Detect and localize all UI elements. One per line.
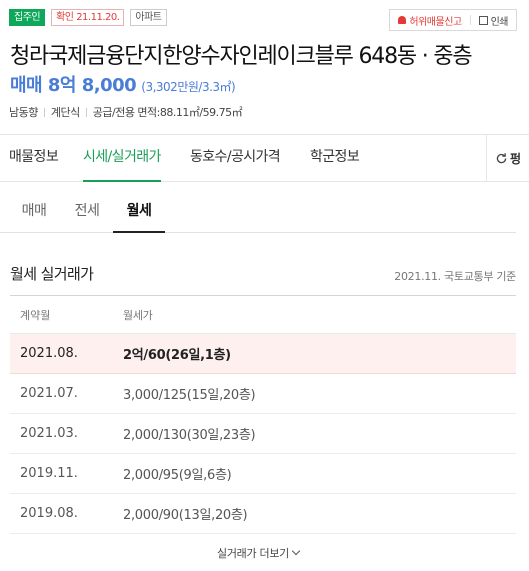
badge-group: 집주인 확인 21.11.20. 아파트 xyxy=(9,9,167,26)
price-per-area: (3,302만원/3.3㎡) xyxy=(141,80,236,94)
subtab-sale[interactable]: 매매 xyxy=(12,193,56,233)
section-title: 월세 실거래가 xyxy=(10,265,94,283)
spec-structure: 계단식 xyxy=(50,106,80,119)
row-month: 2021.07. xyxy=(20,386,78,401)
table-row[interactable]: 2021.03. 2,000/130(30일,23층) xyxy=(10,414,516,454)
main-tab-bar: 매물정보 시세/실거래가 동호수/공시가격 학군정보 펑 xyxy=(0,134,529,182)
spec-divider xyxy=(85,107,87,117)
action-bar: 허위매물신고 인쇄 xyxy=(389,9,517,31)
report-button[interactable]: 허위매물신고 xyxy=(390,10,469,30)
spec-direction: 남동향 xyxy=(9,106,38,119)
refresh-icon xyxy=(496,153,507,164)
listing-price: 매매 8억 8,000 (3,302만원/3.3㎡) xyxy=(10,71,236,97)
tab-listing-info[interactable]: 매물정보 xyxy=(9,135,59,182)
table-row[interactable]: 2021.07. 3,000/125(15일,20층) xyxy=(10,374,516,414)
table-row[interactable]: 2019.08. 2,000/90(13일,20층) xyxy=(10,494,516,534)
confirm-date-badge: 확인 21.11.20. xyxy=(51,9,125,26)
section-header: 월세 실거래가 2021.11. 국토교통부 기준 xyxy=(10,263,516,287)
row-price: 2,000/90(13일,20층) xyxy=(123,508,248,523)
row-month: 2019.08. xyxy=(20,506,78,521)
refresh-button[interactable]: 펑 xyxy=(486,135,529,182)
owner-badge: 집주인 xyxy=(9,9,46,26)
siren-icon xyxy=(398,16,407,24)
listing-specs: 남동향 계단식 공급/전용 면적:88.11㎡/59.75㎡ xyxy=(9,104,243,120)
print-button[interactable]: 인쇄 xyxy=(471,10,516,30)
listing-title: 청라국제금융단지한양수자인레이크블루 648동 · 중층 xyxy=(10,44,473,69)
tab-price-transactions[interactable]: 시세/실거래가 xyxy=(83,135,161,182)
header-contract-month: 계약월 xyxy=(20,308,51,322)
chevron-down-icon xyxy=(291,546,301,556)
report-label: 허위매물신고 xyxy=(409,16,462,28)
property-type-badge: 아파트 xyxy=(130,9,167,26)
refresh-label: 펑 xyxy=(509,152,522,166)
spec-divider xyxy=(43,107,45,117)
spec-area: 공급/전용 면적:88.11㎡/59.75㎡ xyxy=(92,106,243,119)
subtab-monthly-rent[interactable]: 월세 xyxy=(113,193,165,233)
tab-unit-public-price[interactable]: 동호수/공시가격 xyxy=(190,135,281,182)
price-main: 매매 8억 8,000 xyxy=(10,75,137,96)
row-month: 2021.03. xyxy=(20,426,78,441)
table-row[interactable]: 2021.08. 2억/60(26일,1층) xyxy=(10,334,516,374)
data-source-note: 2021.11. 국토교통부 기준 xyxy=(394,270,516,283)
tab-school-info[interactable]: 학군정보 xyxy=(310,135,360,182)
row-price: 2,000/95(9일,6층) xyxy=(123,468,232,483)
row-month: 2019.11. xyxy=(20,466,78,481)
row-month: 2021.08. xyxy=(20,346,78,361)
transaction-table: 계약월 월세가 2021.08. 2억/60(26일,1층) 2021.07. … xyxy=(10,295,516,534)
row-price: 2,000/130(30일,23층) xyxy=(123,428,256,443)
table-row[interactable]: 2019.11. 2,000/95(9일,6층) xyxy=(10,454,516,494)
print-icon xyxy=(478,15,488,25)
table-header-row: 계약월 월세가 xyxy=(10,296,516,334)
subtab-jeonse[interactable]: 전세 xyxy=(64,193,110,233)
show-more-label: 실거래가 더보기 xyxy=(217,547,289,560)
row-price: 2억/60(26일,1층) xyxy=(123,348,231,363)
print-label: 인쇄 xyxy=(490,16,509,28)
show-more-button[interactable]: 실거래가 더보기 xyxy=(0,545,516,561)
row-price: 3,000/125(15일,20층) xyxy=(123,388,256,403)
sub-tab-bar: 매매 전세 월세 xyxy=(0,193,516,233)
header-monthly-rent: 월세가 xyxy=(123,308,153,322)
